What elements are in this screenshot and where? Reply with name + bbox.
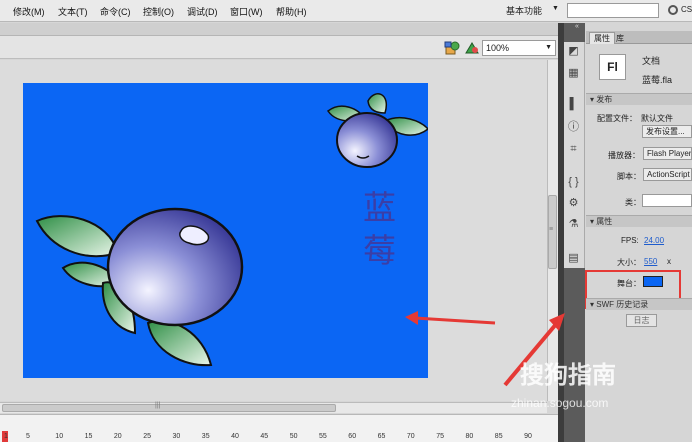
frame-number[interactable]: 35 xyxy=(202,433,210,440)
menu-help[interactable]: 帮助(H) xyxy=(276,5,307,18)
fps-value[interactable]: 24.00 xyxy=(644,236,664,245)
workspace-switcher[interactable]: 基本功能 xyxy=(506,4,542,17)
publish-settings-button[interactable]: 发布设置... xyxy=(642,125,692,138)
chevron-down-icon[interactable]: ▼ xyxy=(552,5,559,12)
tab-properties[interactable]: 属性 xyxy=(589,32,615,44)
big-blueberry xyxy=(106,207,244,327)
class-label: 类： xyxy=(625,198,641,207)
log-button[interactable]: 日志 xyxy=(626,314,657,327)
script-label: 脚本： xyxy=(617,172,641,181)
size-width-value[interactable]: 550 xyxy=(644,257,657,266)
help-search-input[interactable] xyxy=(567,3,659,18)
info-icon[interactable]: ⓘ xyxy=(566,120,581,134)
menu-modify[interactable]: 修改(M) xyxy=(13,5,45,18)
zoom-value: 100% xyxy=(486,43,510,53)
frame-number[interactable]: 20 xyxy=(114,433,122,440)
section-properties[interactable]: ▾ 属性 xyxy=(586,215,692,227)
menu-text[interactable]: 文本(T) xyxy=(58,5,88,18)
frame-number[interactable]: 15 xyxy=(85,433,93,440)
document-name: 蓝莓.fla xyxy=(642,75,673,85)
components-icon[interactable]: ⚙ xyxy=(566,196,581,210)
frame-number[interactable]: 30 xyxy=(173,433,181,440)
edit-scene-icon[interactable] xyxy=(464,41,480,57)
frame-number[interactable]: 75 xyxy=(436,433,444,440)
swatches-icon[interactable]: ◩ xyxy=(566,44,581,58)
section-publish[interactable]: ▾ 发布 xyxy=(586,93,692,105)
fps-label: FPS: xyxy=(621,236,639,245)
frame-number[interactable]: 25 xyxy=(143,433,151,440)
tab-library[interactable]: 库 xyxy=(616,33,624,44)
script-select[interactable]: ActionScript xyxy=(643,168,692,181)
frame-number[interactable]: 1 xyxy=(4,433,8,440)
watermark-url: zhinan.sogou.com xyxy=(511,396,609,410)
frame-number[interactable]: 5 xyxy=(26,433,30,440)
edit-symbols-icon[interactable] xyxy=(444,41,460,57)
small-blueberry xyxy=(336,112,398,168)
code-icon[interactable]: { } xyxy=(566,175,581,189)
size-label: 大小： xyxy=(617,258,641,267)
menu-debug[interactable]: 调试(D) xyxy=(187,5,218,18)
class-input[interactable] xyxy=(642,194,692,207)
player-label: 播放器： xyxy=(608,151,640,160)
size-separator: x xyxy=(667,257,671,266)
player-select[interactable]: Flash Player xyxy=(643,147,692,160)
horizontal-scroll-thumb[interactable] xyxy=(2,404,336,412)
menu-window[interactable]: 窗口(W) xyxy=(230,5,263,18)
output-icon[interactable]: ▤ xyxy=(566,251,581,265)
chevron-down-icon: ▼ xyxy=(545,44,552,51)
motion-icon[interactable]: ⚗ xyxy=(566,217,581,231)
scroll-grip-icon: ||| xyxy=(155,402,161,409)
panel-collapse-icon[interactable]: « xyxy=(575,23,579,30)
frame-number[interactable]: 10 xyxy=(55,433,63,440)
align-icon[interactable]: ▌ xyxy=(566,97,581,111)
watermark-brand: 搜狗指南 xyxy=(520,362,616,389)
document-tab-strip xyxy=(0,23,558,36)
frame-number[interactable]: 65 xyxy=(378,433,386,440)
document-type-label: 文档 xyxy=(642,56,661,66)
frame-number[interactable]: 50 xyxy=(290,433,298,440)
frame-number[interactable]: 80 xyxy=(466,433,474,440)
search-option-icon[interactable] xyxy=(668,5,678,15)
transform-icon[interactable]: ⌗ xyxy=(566,142,581,156)
frame-number[interactable]: 60 xyxy=(348,433,356,440)
profile-label: 配置文件： xyxy=(597,114,637,123)
section-swf-history[interactable]: ▾ SWF 历史记录 xyxy=(586,298,692,310)
section-publish-label: 发布 xyxy=(596,95,613,104)
profile-value: 默认文件 xyxy=(641,114,673,123)
frame-number[interactable]: 85 xyxy=(495,433,503,440)
scroll-grip-icon: ≡ xyxy=(549,226,554,233)
document-type-icon: Fl xyxy=(599,54,626,80)
menu-commands[interactable]: 命令(C) xyxy=(100,5,131,18)
frame-number[interactable]: 70 xyxy=(407,433,415,440)
stage-title-char[interactable]: 莓 xyxy=(363,224,396,272)
frame-number[interactable]: 55 xyxy=(319,433,327,440)
zoom-select[interactable]: 100% ▼ xyxy=(482,40,556,56)
grid-icon[interactable]: ▦ xyxy=(566,66,581,80)
frame-number[interactable]: 45 xyxy=(260,433,268,440)
menu-control[interactable]: 控制(O) xyxy=(143,5,174,18)
section-swf-history-label: SWF 历史记录 xyxy=(596,300,649,309)
frame-number[interactable]: 40 xyxy=(231,433,239,440)
stage-title-char[interactable]: 蓝 xyxy=(363,181,396,229)
frame-number[interactable]: 90 xyxy=(524,433,532,440)
section-properties-label: 属性 xyxy=(596,217,613,226)
search-option-label: CS xyxy=(681,5,692,14)
